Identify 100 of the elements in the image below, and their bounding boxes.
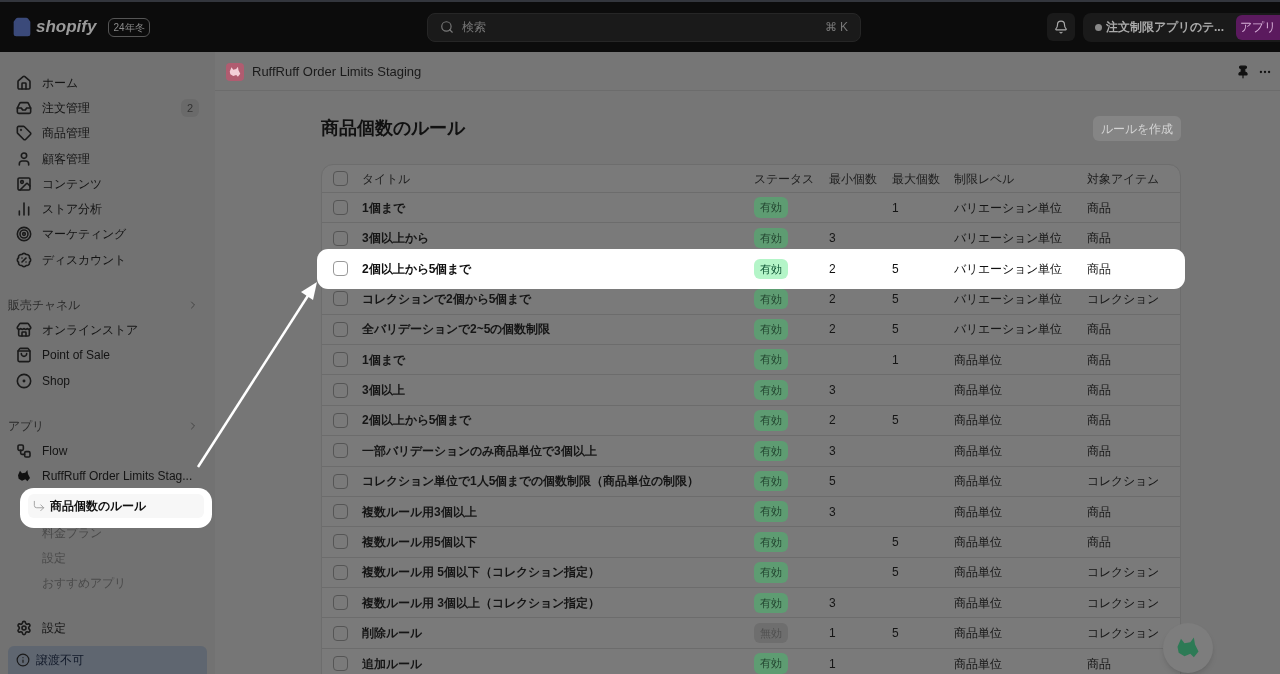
table-cell: 5 <box>892 565 899 580</box>
bell-icon <box>1054 20 1068 34</box>
checkbox[interactable] <box>333 200 348 216</box>
table-cell: 1 <box>892 352 899 367</box>
rule-title: 全バリデーションで2~5の個数制限 <box>362 321 552 339</box>
store-avatar: アプリ <box>1236 14 1280 40</box>
table-cell-text: 商品 <box>1087 382 1112 400</box>
nav-item[interactable]: Flow <box>8 438 207 464</box>
table-cell-text: 商品 <box>1087 655 1112 673</box>
table-cell: 2 <box>829 322 836 337</box>
checkbox[interactable] <box>333 352 348 368</box>
rule-title: コレクション単位で1人5個までの個数制限（商品単位の制限） <box>362 473 701 491</box>
nav-item[interactable]: Shop <box>8 367 207 394</box>
search-input[interactable]: 検索 <box>462 18 817 36</box>
column-header: 制限レベル <box>954 170 1015 188</box>
chat-button[interactable] <box>1163 623 1213 673</box>
checkbox[interactable] <box>333 656 348 672</box>
table-cell: 5 <box>892 535 899 549</box>
rule-title: 3個以上 <box>362 382 406 400</box>
checkbox[interactable] <box>333 564 348 580</box>
status-badge: 有効 <box>754 379 788 401</box>
rule-title: 複数ルール用 5個以下（コレクション指定） <box>362 564 601 582</box>
table-cell: 5 <box>892 626 899 641</box>
column-header: 最大個数 <box>892 170 941 188</box>
checkbox[interactable] <box>333 261 348 277</box>
status-badge: 有効 <box>754 410 788 431</box>
table-cell-text: 商品 <box>1087 503 1112 521</box>
store-button[interactable]: 注文制限アプリのテ... アプリ <box>1083 12 1280 42</box>
nav-item[interactable]: ディスカウント <box>8 247 207 273</box>
nav-item[interactable]: コンテンツ <box>8 171 207 197</box>
table-cell-text: 商品 <box>1087 351 1112 369</box>
table-cell: 3 <box>829 443 836 458</box>
checkbox[interactable] <box>333 473 348 489</box>
nav-item[interactable]: ストア分析 <box>8 196 207 222</box>
shortcut-hint: ⌘ K <box>824 19 848 36</box>
checkbox[interactable] <box>333 230 348 246</box>
workflow-icon <box>16 442 32 459</box>
table-cell-text: 商品単位 <box>954 442 1003 460</box>
checkbox[interactable] <box>333 595 348 611</box>
checkbox[interactable] <box>333 321 348 337</box>
create-rule-button[interactable]: ルールを作成 <box>1093 116 1181 141</box>
table-cell: 3 <box>829 595 836 610</box>
table-cell-text: 商品単位 <box>954 412 1003 430</box>
nav-item[interactable]: 設定 <box>8 615 207 641</box>
table-cell: 1 <box>829 626 836 641</box>
table-cell-text: 商品単位 <box>954 594 1003 612</box>
checkbox[interactable] <box>333 382 348 398</box>
rule-title: 1個まで <box>362 351 407 369</box>
table-cell: 3 <box>829 231 836 246</box>
nav-item[interactable]: 商品管理 <box>8 120 207 146</box>
rule-title: 2個以上から5個まで <box>362 260 473 278</box>
table-cell-text: 商品単位 <box>954 473 1003 491</box>
search-icon <box>440 20 454 34</box>
checkbox[interactable] <box>333 534 348 550</box>
table-cell-text: 商品単位 <box>954 382 1003 400</box>
table-cell: 1 <box>829 656 836 671</box>
nav-item[interactable]: ホーム <box>8 70 207 96</box>
checkbox[interactable] <box>333 171 348 186</box>
nav-item[interactable]: 顧客管理 <box>8 145 207 172</box>
table-cell-text: コレクション <box>1087 625 1160 643</box>
rule-title: 削除ルール <box>362 625 423 643</box>
table-cell-text: 商品単位 <box>954 625 1003 643</box>
status-badge: 有効 <box>754 440 788 462</box>
rule-title: 追加ルール <box>362 655 423 673</box>
checkbox[interactable] <box>333 504 348 520</box>
checkbox[interactable] <box>333 443 348 459</box>
table-cell-text: バリエーション単位 <box>954 290 1063 308</box>
rule-title: 複数ルール用3個以上 <box>362 503 478 521</box>
table-cell-text: コレクション <box>1087 473 1160 491</box>
table-cell: 5 <box>892 413 899 428</box>
section-title: 販売チャネル <box>8 296 80 314</box>
checkbox[interactable] <box>333 412 348 428</box>
status-badge: 有効 <box>754 501 788 522</box>
table-cell: 5 <box>892 261 899 276</box>
search-field[interactable]: 検索 ⌘ K <box>427 12 861 42</box>
table-cell-text: 商品単位 <box>954 655 1003 673</box>
rule-title: 2個以上から5個まで <box>362 412 473 430</box>
store-icon <box>16 322 32 338</box>
rule-title: 複数ルール用5個以下 <box>362 534 478 551</box>
nav-item[interactable]: マーケティング <box>8 221 207 248</box>
notice-banner: 譲渡不可 <box>8 646 207 674</box>
status-badge: 有効 <box>754 562 788 583</box>
target-icon <box>16 226 32 243</box>
nav-item[interactable]: Point of Sale <box>8 342 207 368</box>
checkbox[interactable] <box>333 625 348 641</box>
notifications-button[interactable] <box>1047 13 1075 41</box>
table-cell-text: 商品単位 <box>954 503 1003 521</box>
section-title: アプリ <box>8 417 44 435</box>
table-cell-text: バリエーション単位 <box>954 260 1063 278</box>
bag-icon <box>16 347 32 364</box>
table-cell-text: 商品 <box>1087 199 1112 217</box>
nav-item[interactable]: RuffRuff Order Limits Stag... <box>8 463 207 489</box>
table-cell-text: 商品単位 <box>954 564 1003 582</box>
pin-icon[interactable] <box>1236 65 1250 79</box>
column-header: 最小個数 <box>829 170 878 188</box>
rule-title: 一部バリデーションのみ商品単位で3個以上 <box>362 442 598 460</box>
app-logo-icon <box>226 63 244 81</box>
checkbox[interactable] <box>333 291 348 307</box>
nav-item[interactable]: オンラインストア <box>8 317 207 343</box>
rule-title: 複数ルール用 3個以上（コレクション指定） <box>362 594 601 612</box>
